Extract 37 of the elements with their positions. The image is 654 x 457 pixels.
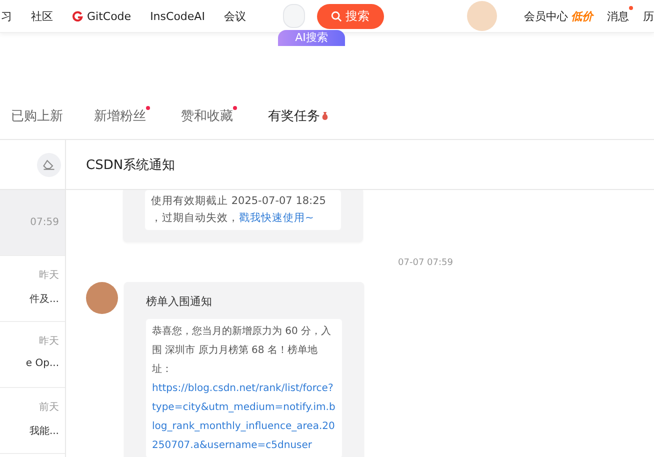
money-bag-icon — [321, 111, 329, 121]
nav-link[interactable]: 会议 — [224, 8, 246, 24]
history-link[interactable]: 历 — [642, 8, 654, 24]
avatar-icon — [86, 282, 118, 314]
logo-icon — [72, 10, 83, 22]
conversation-time: 昨天 — [39, 269, 59, 282]
nav-link[interactable]: InsCodeAI — [150, 8, 205, 24]
tab[interactable]: 新增粉丝 — [94, 107, 150, 125]
tab[interactable]: 赞和收藏 — [181, 107, 237, 125]
conversation-item[interactable]: 前天 我能... — [0, 388, 65, 454]
search-field[interactable] — [282, 4, 305, 28]
conversation-title: CSDN系统通知 — [86, 156, 176, 174]
conversation-preview: e Op... — [26, 358, 59, 369]
tab[interactable]: 有奖任务 — [268, 107, 329, 125]
message-body: 使用有效期截止 2025-07-07 18:25 ，过期自动失效，戳我快速使用~ — [145, 190, 341, 230]
promo-label: 低价 — [570, 8, 593, 24]
rank-link[interactable]: https://blog.csdn.net/rank/list/force?type=city&utm_medium=notify.im.blog_rank_monthly_influence_area.20250707.a&username=c5dnuser — [152, 379, 336, 455]
conversation-preview: 件及... — [29, 293, 59, 306]
conversation-item[interactable]: 昨天 e Op... — [0, 322, 65, 388]
conversation-time: 前天 — [39, 401, 59, 414]
search-icon — [331, 10, 342, 22]
message-title: 榜单入围通知 — [146, 294, 213, 309]
message-time: 07-07 07:59 — [397, 258, 453, 268]
messages-link[interactable]: 消息 — [606, 8, 629, 24]
conversation-time: 07:59 — [30, 217, 59, 228]
conversation-preview: 我能... — [29, 424, 59, 438]
nav-link[interactable]: 习 — [1, 8, 12, 24]
tab[interactable]: 已购上新 — [11, 107, 63, 125]
eraser-icon[interactable] — [37, 152, 61, 176]
nav-link[interactable]: GitCode — [72, 8, 132, 24]
avatar-icon[interactable] — [466, 1, 497, 31]
message-body: 恭喜您，您当月的新增原力为 60 分，入围 深圳市 原力月榜第 68 名！榜单地址： https://blog.csdn.net/rank/list/force?type=city&utm_medium=notify.im.blog_rank_monthly_influence_area.20250707.a&username=c5dnuser — [146, 319, 342, 457]
use-link[interactable]: 戳我快速使用~ — [239, 212, 314, 224]
member-center-link[interactable]: 会员中心 — [524, 8, 568, 24]
conversation-item[interactable]: 昨天 件及... — [0, 256, 65, 322]
nav-link[interactable]: 社区 — [31, 8, 53, 24]
conversation-time: 昨天 — [39, 335, 59, 348]
